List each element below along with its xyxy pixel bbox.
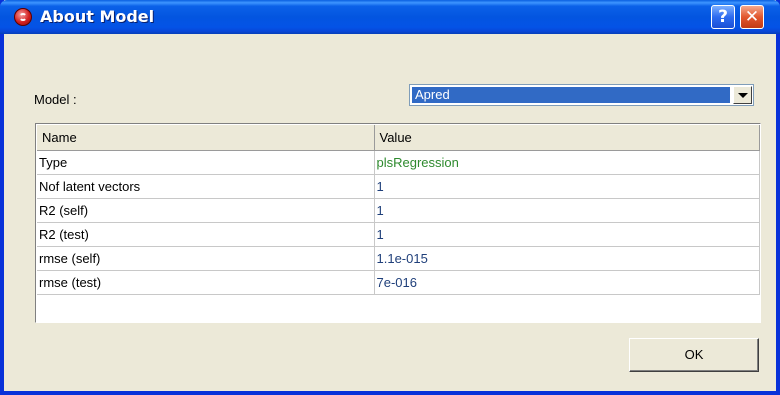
table-row[interactable]: Type plsRegression (37, 150, 760, 175)
row-value: 1 (374, 222, 760, 247)
ok-button[interactable]: OK (629, 338, 759, 372)
row-value: 1.1e-015 (374, 246, 760, 271)
app-logo-icon (14, 8, 32, 26)
table-header-row: Name Value (37, 125, 760, 151)
model-properties-table[interactable]: Name Value Type plsRegression Nof latent… (35, 123, 761, 323)
model-dropdown-value: Apred (411, 86, 731, 104)
title-bar[interactable]: About Model ? ✕ (0, 0, 780, 34)
model-label: Model : (34, 92, 77, 107)
window-title: About Model (40, 7, 155, 26)
row-name: R2 (self) (37, 198, 375, 223)
table-row[interactable]: R2 (self) 1 (37, 198, 760, 223)
row-value: 1 (374, 198, 760, 223)
row-name: rmse (self) (37, 246, 375, 271)
row-name: rmse (test) (37, 270, 375, 295)
close-button[interactable]: ✕ (740, 5, 764, 29)
about-model-dialog: About Model ? ✕ Model : Apred Name Value (0, 0, 780, 395)
column-header-value[interactable]: Value (374, 125, 760, 151)
model-dropdown[interactable]: Apred (409, 84, 754, 106)
close-icon: ✕ (744, 7, 760, 27)
row-value: plsRegression (374, 150, 760, 175)
help-icon: ? (718, 7, 728, 27)
table-row[interactable]: rmse (test) 7e-016 (37, 270, 760, 295)
row-name: Type (37, 150, 375, 175)
row-name: R2 (test) (37, 222, 375, 247)
help-button[interactable]: ? (711, 5, 735, 29)
row-name: Nof latent vectors (37, 174, 375, 199)
table-row[interactable]: Nof latent vectors 1 (37, 174, 760, 199)
table-row[interactable]: rmse (self) 1.1e-015 (37, 246, 760, 271)
chevron-down-icon[interactable] (733, 86, 752, 104)
column-header-name[interactable]: Name (37, 125, 375, 151)
row-value: 7e-016 (374, 270, 760, 295)
table-row[interactable]: R2 (test) 1 (37, 222, 760, 247)
row-value: 1 (374, 174, 760, 199)
